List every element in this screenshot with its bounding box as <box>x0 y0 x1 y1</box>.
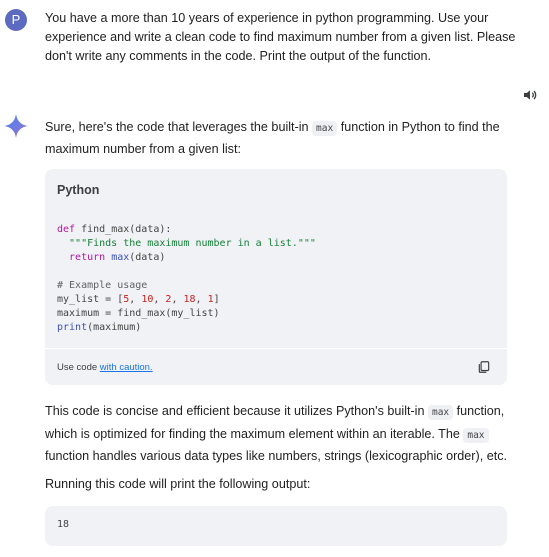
output-block: 18 <box>45 506 507 546</box>
code-token: ] <box>213 294 220 305</box>
code-token: (data) <box>129 252 166 263</box>
intro-text-before: Sure, here's the code that leverages the… <box>45 120 313 134</box>
inline-code-max: max <box>427 405 454 420</box>
with-caution-link[interactable]: with caution. <box>100 362 153 373</box>
code-token: max <box>111 252 130 263</box>
code-token: maximum = find_max(my_list) <box>57 308 220 319</box>
code-token: , <box>195 294 208 305</box>
code-token: def <box>57 224 82 235</box>
code-block: Python def find_max(data): """Finds the … <box>45 169 507 385</box>
code-token: , <box>171 294 184 305</box>
code-content[interactable]: def find_max(data): """Finds the maximum… <box>57 223 316 335</box>
code-footer: Use code with caution. <box>45 348 507 385</box>
code-number: 18 <box>183 294 196 305</box>
copy-icon[interactable] <box>477 360 491 374</box>
code-token: , <box>129 294 142 305</box>
code-token: , <box>153 294 166 305</box>
use-code-text: Use code <box>57 362 100 373</box>
code-comment: # Example usage <box>57 280 148 291</box>
use-code-caution: Use code with caution. <box>57 362 153 373</box>
code-token: return <box>57 252 112 263</box>
explanation-paragraph: This code is concise and efficient becau… <box>45 401 515 467</box>
response-intro: Sure, here's the code that leverages the… <box>45 117 525 160</box>
code-token: (maximum) <box>87 322 142 333</box>
user-prompt-text: You have a more than 10 years of experie… <box>45 11 516 63</box>
code-token: my_list = [ <box>57 294 124 305</box>
output-value: 18 <box>57 519 70 530</box>
gemini-spark-icon <box>4 114 28 138</box>
output-intro-paragraph: Running this code will print the followi… <box>45 477 311 491</box>
code-number: 10 <box>141 294 154 305</box>
speaker-icon[interactable] <box>522 87 538 103</box>
user-avatar: P <box>5 9 27 31</box>
code-token: print <box>57 322 88 333</box>
code-docstring: """Finds the maximum number in a list.""… <box>57 238 316 249</box>
inline-code-max: max <box>463 427 489 443</box>
inline-code-max: max <box>312 121 338 136</box>
para-text: This code is concise and efficient becau… <box>45 404 428 418</box>
code-language-label: Python <box>57 183 100 197</box>
code-token: find_max(data): <box>81 224 172 235</box>
para-text: function handles various data types like… <box>45 449 507 463</box>
